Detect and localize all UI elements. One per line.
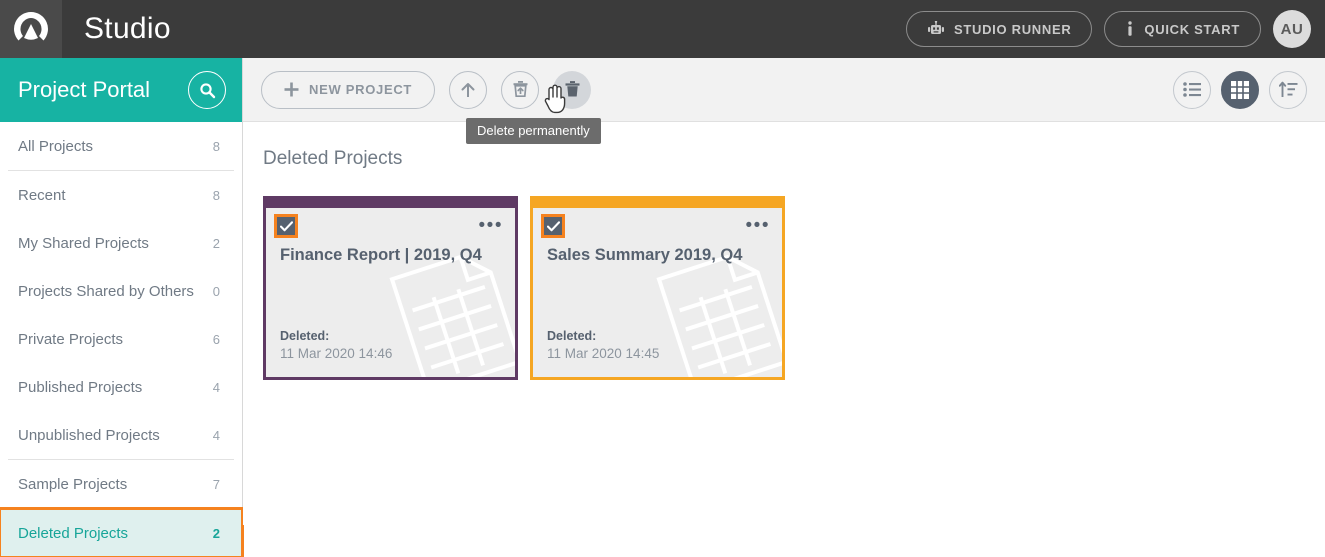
tooltip: Delete permanently <box>466 118 601 144</box>
card-body: Sales Summary 2019, Q4 <box>533 244 782 266</box>
plus-icon <box>284 82 299 97</box>
sidebar-item-label: My Shared Projects <box>18 235 149 252</box>
header-actions: STUDIO RUNNER QUICK START AU <box>906 10 1325 48</box>
studio-runner-button[interactable]: STUDIO RUNNER <box>906 11 1092 47</box>
sidebar-item-deleted-projects[interactable]: Deleted Projects 2 <box>0 509 242 557</box>
card-accent-bar <box>266 199 515 208</box>
search-button[interactable] <box>188 71 226 109</box>
card-menu-button[interactable]: ••• <box>746 221 770 231</box>
top-header: Studio STUDIO RUNNER QUICK START AU <box>0 0 1325 58</box>
spreadsheet-watermark-icon <box>379 248 518 380</box>
sidebar-item-count: 4 <box>213 380 220 395</box>
deleted-timestamp: 11 Mar 2020 14:46 <box>280 346 392 361</box>
sidebar-item-label: All Projects <box>18 138 93 155</box>
list-view-icon <box>1183 82 1202 97</box>
restore-button[interactable] <box>501 71 539 109</box>
sidebar-item-label: Unpublished Projects <box>18 427 160 444</box>
sidebar-item-label: Projects Shared by Others <box>18 283 194 300</box>
portal-title: Project Portal <box>18 77 150 103</box>
view-toggles <box>1173 71 1307 109</box>
deleted-label: Deleted: <box>280 329 392 343</box>
deleted-label: Deleted: <box>547 329 659 343</box>
sidebar-item-all-projects[interactable]: All Projects 8 <box>0 122 242 170</box>
card-meta: Deleted: 11 Mar 2020 14:46 <box>280 329 392 361</box>
sidebar-item-recent[interactable]: Recent 8 <box>0 171 242 219</box>
info-icon <box>1125 20 1135 38</box>
card-meta: Deleted: 11 Mar 2020 14:45 <box>547 329 659 361</box>
sidebar-item-count: 6 <box>213 332 220 347</box>
main-content: Deleted Projects ••• Finance Report | 20… <box>243 122 1325 525</box>
sidebar-nav: All Projects 8 Recent 8 My Shared Projec… <box>0 122 242 557</box>
sidebar-item-count: 4 <box>213 428 220 443</box>
grid-view-icon <box>1231 81 1249 99</box>
upload-button[interactable] <box>449 71 487 109</box>
studio-runner-label: STUDIO RUNNER <box>954 22 1071 37</box>
avatar[interactable]: AU <box>1273 10 1311 48</box>
search-icon <box>199 82 216 99</box>
project-card[interactable]: ••• Sales Summary 2019, Q4 Deleted: 11 M… <box>530 196 785 380</box>
card-title: Sales Summary 2019, Q4 <box>547 246 768 266</box>
alteryx-a-logo-icon <box>12 10 50 48</box>
sidebar: Project Portal All Projects 8 Recent 8 M… <box>0 58 243 525</box>
robot-icon <box>927 21 945 37</box>
grid-view-button[interactable] <box>1221 71 1259 109</box>
sidebar-item-label: Published Projects <box>18 379 142 396</box>
quick-start-label: QUICK START <box>1144 22 1240 37</box>
toolbar: NEW PROJECT <box>243 58 1325 122</box>
card-header: ••• <box>266 208 515 244</box>
sidebar-item-count: 8 <box>213 139 220 154</box>
sidebar-item-count: 2 <box>213 526 220 541</box>
card-header: ••• <box>533 208 782 244</box>
app-title: Studio <box>84 12 171 46</box>
sort-icon <box>1279 81 1298 98</box>
sidebar-item-my-shared-projects[interactable]: My Shared Projects 2 <box>0 219 242 267</box>
trash-filled-icon <box>563 80 582 99</box>
sidebar-item-count: 7 <box>213 477 220 492</box>
upload-arrow-icon <box>459 81 477 99</box>
card-accent-bar <box>533 199 782 208</box>
sidebar-item-label: Recent <box>18 187 66 204</box>
restore-from-trash-icon <box>511 80 530 99</box>
card-select-checkbox[interactable] <box>276 216 296 236</box>
sidebar-item-count: 8 <box>213 188 220 203</box>
card-menu-button[interactable]: ••• <box>479 221 503 231</box>
sidebar-item-unpublished-projects[interactable]: Unpublished Projects 4 <box>0 411 242 459</box>
delete-permanently-button[interactable] <box>553 71 591 109</box>
app-logo[interactable] <box>0 0 62 58</box>
list-view-button[interactable] <box>1173 71 1211 109</box>
sidebar-item-sample-projects[interactable]: Sample Projects 7 <box>0 460 242 508</box>
new-project-button[interactable]: NEW PROJECT <box>261 71 435 109</box>
sidebar-item-label: Sample Projects <box>18 476 127 493</box>
sidebar-item-projects-shared-by-others[interactable]: Projects Shared by Others 0 <box>0 267 242 315</box>
card-select-checkbox[interactable] <box>543 216 563 236</box>
sidebar-item-private-projects[interactable]: Private Projects 6 <box>0 315 242 363</box>
card-body: Finance Report | 2019, Q4 <box>266 244 515 266</box>
checkmark-icon <box>280 221 293 232</box>
quick-start-button[interactable]: QUICK START <box>1104 11 1261 47</box>
sidebar-item-count: 0 <box>213 284 220 299</box>
sidebar-item-label: Private Projects <box>18 331 123 348</box>
checkmark-icon <box>547 221 560 232</box>
deleted-timestamp: 11 Mar 2020 14:45 <box>547 346 659 361</box>
portal-header: Project Portal <box>0 58 242 122</box>
project-card-grid: ••• Finance Report | 2019, Q4 Deleted: 1… <box>263 196 1325 380</box>
page-title: Deleted Projects <box>263 148 1325 170</box>
sort-button[interactable] <box>1269 71 1307 109</box>
spreadsheet-watermark-icon <box>646 248 785 380</box>
project-card[interactable]: ••• Finance Report | 2019, Q4 Deleted: 1… <box>263 196 518 380</box>
card-title: Finance Report | 2019, Q4 <box>280 246 501 266</box>
sidebar-item-published-projects[interactable]: Published Projects 4 <box>0 363 242 411</box>
new-project-label: NEW PROJECT <box>309 82 412 97</box>
sidebar-item-count: 2 <box>213 236 220 251</box>
sidebar-item-label: Deleted Projects <box>18 525 128 542</box>
